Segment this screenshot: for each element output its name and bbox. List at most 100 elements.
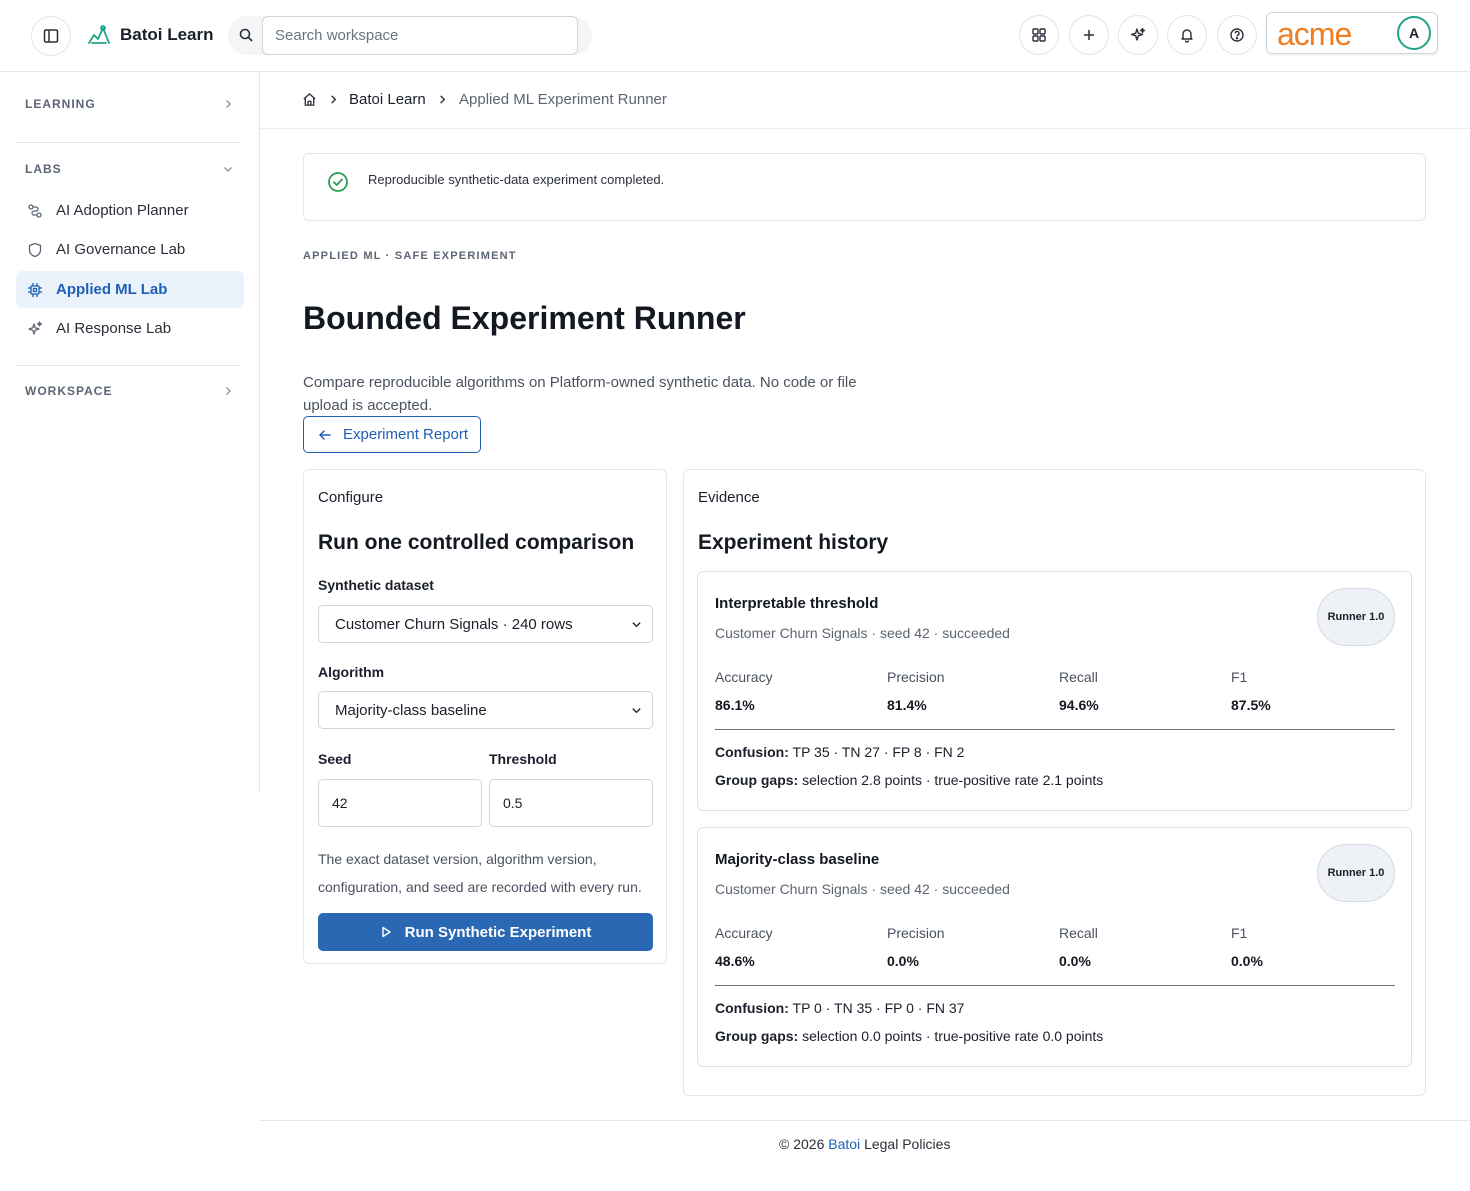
sidebar-item-label: AI Adoption Planner <box>56 202 189 219</box>
notifications-button[interactable] <box>1167 15 1207 55</box>
group-gaps-value: selection 0.0 points · true-positive rat… <box>802 1028 1104 1044</box>
sidebar-divider <box>16 142 240 143</box>
dataset-label: Synthetic dataset <box>318 577 434 593</box>
metric-label-precision: Precision <box>887 669 945 685</box>
run-subtitle: Customer Churn Signals · seed 42 · succe… <box>715 625 1010 641</box>
sidebar-icon <box>43 29 59 43</box>
confusion-line: Confusion: TP 0 · TN 35 · FP 0 · FN 37 <box>715 1000 964 1016</box>
search-icon <box>239 28 253 42</box>
sidebar-section-workspace[interactable]: WORKSPACE <box>25 384 112 398</box>
success-alert <box>303 153 1426 221</box>
metric-label-accuracy: Accuracy <box>715 925 773 941</box>
avatar[interactable]: A <box>1397 16 1431 50</box>
metric-label-f1: F1 <box>1231 925 1248 941</box>
page-description: Compare reproducible algorithms on Platf… <box>303 374 857 414</box>
metric-value-precision: 81.4% <box>887 697 927 713</box>
ai-assistant-button[interactable] <box>1118 15 1158 55</box>
run-experiment-label: Run Synthetic Experiment <box>404 923 592 941</box>
sidebar-section-learning[interactable]: LEARNING <box>25 97 96 111</box>
sidebar-item-ai-adoption-planner[interactable]: AI Adoption Planner <box>16 192 244 229</box>
group-gaps-label: Group gaps: <box>715 1028 799 1044</box>
run-title: Majority-class baseline <box>715 851 880 868</box>
grid-icon <box>1032 28 1046 42</box>
app-name: Batoi Learn <box>120 25 214 44</box>
sidebar <box>0 72 260 792</box>
alert-message: Reproducible synthetic-data experiment c… <box>368 172 665 187</box>
algorithm-select[interactable]: Majority-class baseline <box>318 691 653 729</box>
threshold-input[interactable]: 0.5 <box>489 779 653 827</box>
algorithm-label: Algorithm <box>318 664 385 680</box>
footer-legal-link[interactable]: Legal Policies <box>864 1136 950 1152</box>
footer-copyright: © 2026 <box>779 1136 825 1152</box>
seed-input[interactable]: 42 <box>318 779 482 827</box>
sidebar-item-label: Applied ML Lab <box>56 281 168 298</box>
group-gaps-line: Group gaps: selection 0.0 points · true-… <box>715 1028 1103 1044</box>
search-input[interactable] <box>262 16 578 55</box>
run-title: Interpretable threshold <box>715 595 879 612</box>
arrow-left-icon <box>319 429 331 440</box>
confusion-value: TP 35 · TN 27 · FP 8 · FN 2 <box>792 744 965 760</box>
metric-label-accuracy: Accuracy <box>715 669 773 685</box>
sidebar-divider <box>16 365 240 366</box>
algorithm-select-value: Majority-class baseline <box>335 701 487 719</box>
play-icon <box>381 926 391 938</box>
create-button[interactable] <box>1069 15 1109 55</box>
chip-icon <box>28 282 42 297</box>
sparkle-icon <box>1130 27 1146 41</box>
confusion-line: Confusion: TP 35 · TN 27 · FP 8 · FN 2 <box>715 744 964 760</box>
runner-version-badge: Runner 1.0 <box>1317 844 1395 902</box>
group-gaps-line: Group gaps: selection 2.8 points · true-… <box>715 772 1103 788</box>
route-icon <box>28 203 42 218</box>
configure-kicker: Configure <box>318 489 384 506</box>
metric-label-f1: F1 <box>1231 669 1248 685</box>
confusion-label: Confusion: <box>715 1000 789 1016</box>
home-icon[interactable] <box>302 92 317 107</box>
sidebar-item-applied-ml-lab[interactable]: Applied ML Lab <box>16 271 244 308</box>
group-gaps-label: Group gaps: <box>715 772 799 788</box>
experiment-run-card[interactable]: Majority-class baseline Customer Churn S… <box>697 827 1412 1067</box>
check-circle-icon <box>328 172 348 192</box>
run-subtitle: Customer Churn Signals · seed 42 · succe… <box>715 881 1010 897</box>
brand-logo-icon <box>88 25 110 44</box>
help-icon <box>1230 28 1244 42</box>
sidebar-item-label: AI Response Lab <box>56 320 172 337</box>
chevron-right-icon[interactable] <box>222 385 234 397</box>
metric-label-recall: Recall <box>1059 925 1098 941</box>
runner-version-badge: Runner 1.0 <box>1317 588 1395 646</box>
run-experiment-button[interactable]: Run Synthetic Experiment <box>318 913 653 951</box>
breadcrumb-current: Applied ML Experiment Runner <box>459 91 667 108</box>
sidebar-toggle-button[interactable] <box>31 16 71 56</box>
chevron-down-icon[interactable] <box>222 163 234 175</box>
metrics-divider <box>715 985 1395 986</box>
metrics-divider <box>715 729 1395 730</box>
help-button[interactable] <box>1217 15 1257 55</box>
footer-divider <box>260 1120 1470 1121</box>
chevron-right-icon[interactable] <box>222 98 234 110</box>
sidebar-item-ai-governance-lab[interactable]: AI Governance Lab <box>16 231 244 268</box>
breadcrumb-link[interactable]: Batoi Learn <box>349 91 426 108</box>
apps-button[interactable] <box>1019 15 1059 55</box>
dataset-select[interactable]: Customer Churn Signals · 240 rows <box>318 605 653 643</box>
metric-value-f1: 0.0% <box>1231 953 1263 969</box>
organization-logo: acme <box>1277 16 1352 52</box>
chevron-down-icon <box>632 708 641 714</box>
metric-value-precision: 0.0% <box>887 953 919 969</box>
chevron-right-icon <box>331 95 337 104</box>
configure-title: Run one controlled comparison <box>318 531 635 554</box>
metric-value-accuracy: 48.6% <box>715 953 755 969</box>
metric-value-f1: 87.5% <box>1231 697 1271 713</box>
sidebar-item-ai-response-lab[interactable]: AI Response Lab <box>16 310 244 347</box>
brand[interactable]: Batoi Learn <box>86 22 214 48</box>
sidebar-section-labs[interactable]: LABS <box>25 162 62 176</box>
chevron-right-icon <box>440 95 446 104</box>
footer-brand-link[interactable]: Batoi <box>828 1136 860 1152</box>
evidence-kicker: Evidence <box>698 489 760 506</box>
experiment-run-card[interactable]: Interpretable threshold Customer Churn S… <box>697 571 1412 811</box>
experiment-report-button[interactable]: Experiment Report <box>303 416 481 453</box>
seed-label: Seed <box>318 751 352 767</box>
experiment-report-label: Experiment Report <box>343 426 469 443</box>
confusion-value: TP 0 · TN 35 · FP 0 · FN 37 <box>792 1000 965 1016</box>
metric-value-recall: 94.6% <box>1059 697 1099 713</box>
threshold-label: Threshold <box>489 751 557 767</box>
recording-hint: The exact dataset version, algorithm ver… <box>318 851 642 895</box>
